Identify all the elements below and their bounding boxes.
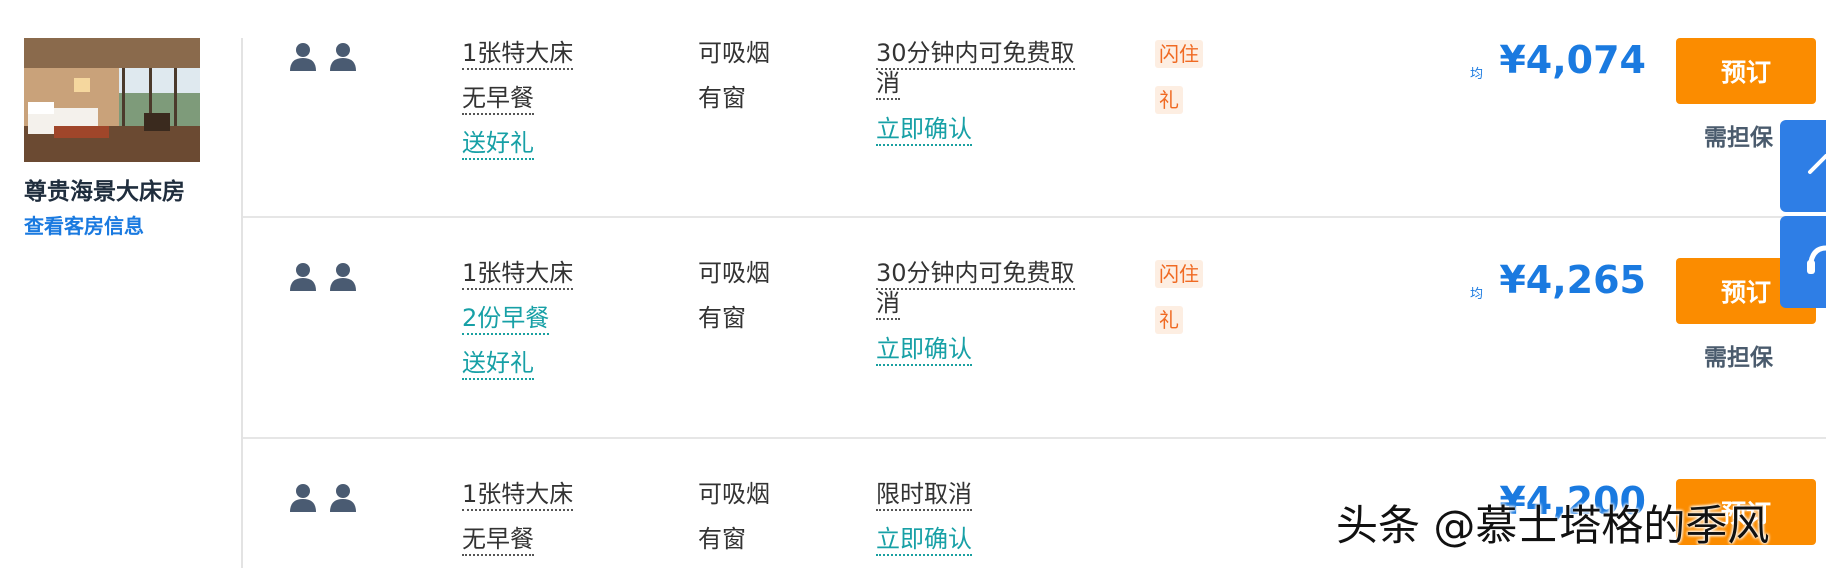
guest-count — [289, 483, 357, 513]
row-divider — [243, 437, 1826, 439]
window-info: 有窗 — [698, 304, 746, 332]
guarantee-note: 需担保 — [1704, 125, 1773, 151]
meal-plan[interactable]: 无早餐 — [462, 84, 534, 115]
person-icon — [330, 263, 356, 291]
cancel-policy[interactable]: 30分钟内可免费取消 — [876, 259, 1075, 320]
watermark: 头条 @慕士塔格的季风 — [1336, 501, 1770, 550]
back-to-top-button[interactable] — [1780, 120, 1826, 212]
guest-count — [289, 262, 357, 292]
price: ¥4,074 — [1499, 38, 1646, 82]
rate-row: 1张特大床 无早餐 送好礼 可吸烟 有窗 30分钟内可免费取消 立即确认 闪住 … — [243, 38, 1826, 258]
flash-stay-badge[interactable]: 闪住 — [1155, 40, 1203, 68]
person-icon — [290, 43, 316, 71]
instant-confirm[interactable]: 立即确认 — [876, 525, 972, 556]
meal-plan[interactable]: 无早餐 — [462, 525, 534, 556]
instant-confirm[interactable]: 立即确认 — [876, 115, 972, 146]
average-label: 均 — [1469, 67, 1483, 82]
customer-service-icon — [1807, 245, 1826, 274]
bed-type[interactable]: 1张特大床 — [462, 480, 574, 511]
smoking-policy: 可吸烟 — [698, 39, 770, 67]
cancel-policy[interactable]: 30分钟内可免费取消 — [876, 39, 1075, 100]
person-icon — [290, 263, 316, 291]
person-icon — [290, 484, 316, 512]
room-info — [24, 38, 200, 162]
customer-service-button[interactable] — [1780, 216, 1826, 308]
window-info: 有窗 — [698, 84, 746, 112]
rate-row: 1张特大床 2份早餐 送好礼 可吸烟 有窗 30分钟内可免费取消 立即确认 闪住… — [243, 258, 1826, 478]
bed-type[interactable]: 1张特大床 — [462, 39, 574, 70]
price: ¥4,265 — [1499, 258, 1646, 302]
back-to-top-icon — [1808, 154, 1826, 174]
row-divider — [243, 216, 1826, 218]
window-info: 有窗 — [698, 525, 746, 553]
person-icon — [330, 43, 356, 71]
instant-confirm[interactable]: 立即确认 — [876, 335, 972, 366]
room-info-link[interactable]: 查看客房信息 — [24, 210, 144, 239]
flash-stay-badge[interactable]: 闪住 — [1155, 260, 1203, 288]
book-button[interactable]: 预订 — [1676, 38, 1816, 104]
room-photo[interactable] — [24, 38, 200, 162]
person-icon — [330, 484, 356, 512]
gift-link[interactable]: 送好礼 — [462, 349, 534, 380]
gift-badge[interactable]: 礼 — [1155, 306, 1183, 334]
guarantee-note: 需担保 — [1704, 345, 1773, 371]
gift-badge[interactable]: 礼 — [1155, 86, 1183, 114]
meal-plan[interactable]: 2份早餐 — [462, 304, 550, 335]
smoking-policy: 可吸烟 — [698, 480, 770, 508]
bed-type[interactable]: 1张特大床 — [462, 259, 574, 290]
guest-count — [289, 42, 357, 72]
room-name: 尊贵海景大床房 — [24, 179, 185, 205]
smoking-policy: 可吸烟 — [698, 259, 770, 287]
gift-link[interactable]: 送好礼 — [462, 129, 534, 160]
cancel-policy[interactable]: 限时取消 — [876, 480, 972, 511]
average-label: 均 — [1469, 287, 1483, 302]
